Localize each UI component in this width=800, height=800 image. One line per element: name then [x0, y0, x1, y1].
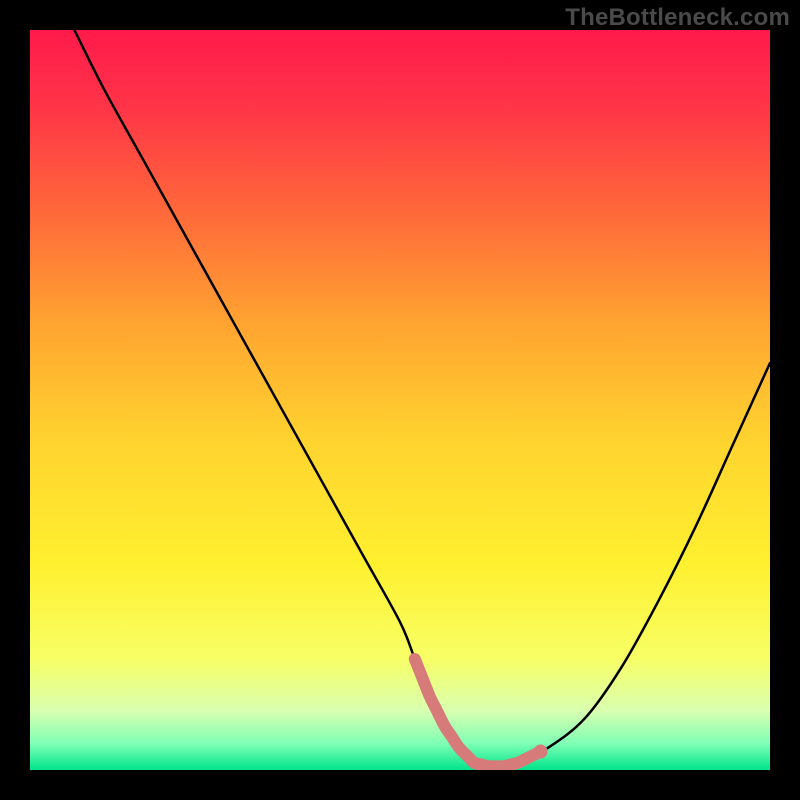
gradient-background — [30, 30, 770, 770]
chart-frame: TheBottleneck.com — [0, 0, 800, 800]
highlight-end-marker — [534, 745, 548, 759]
plot-area — [30, 30, 770, 770]
bottleneck-chart — [30, 30, 770, 770]
watermark-text: TheBottleneck.com — [565, 4, 790, 32]
